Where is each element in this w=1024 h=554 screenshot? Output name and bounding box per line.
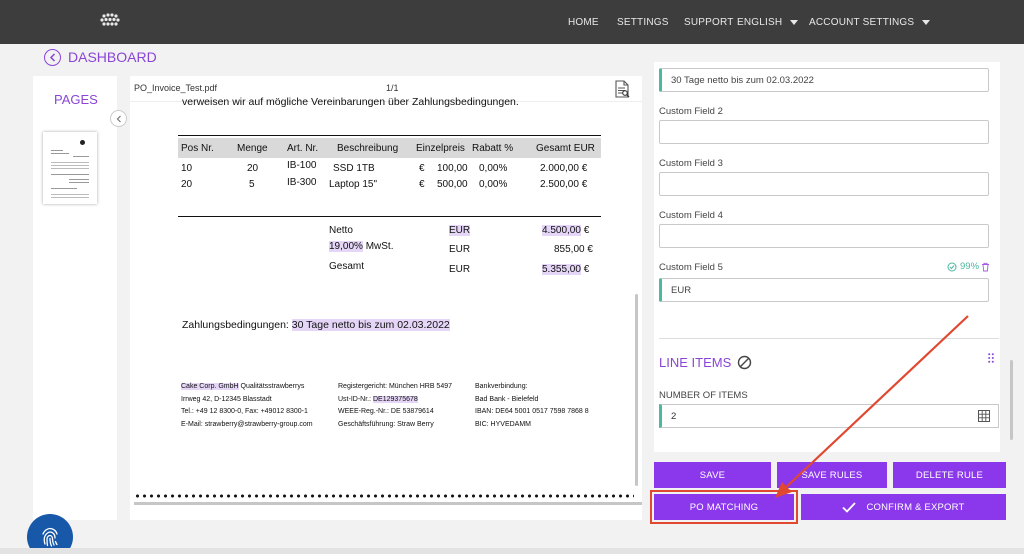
fingerprint-icon [42,527,58,547]
annotation-arrow-icon [775,315,969,498]
page-bottom-edge [0,548,1024,554]
